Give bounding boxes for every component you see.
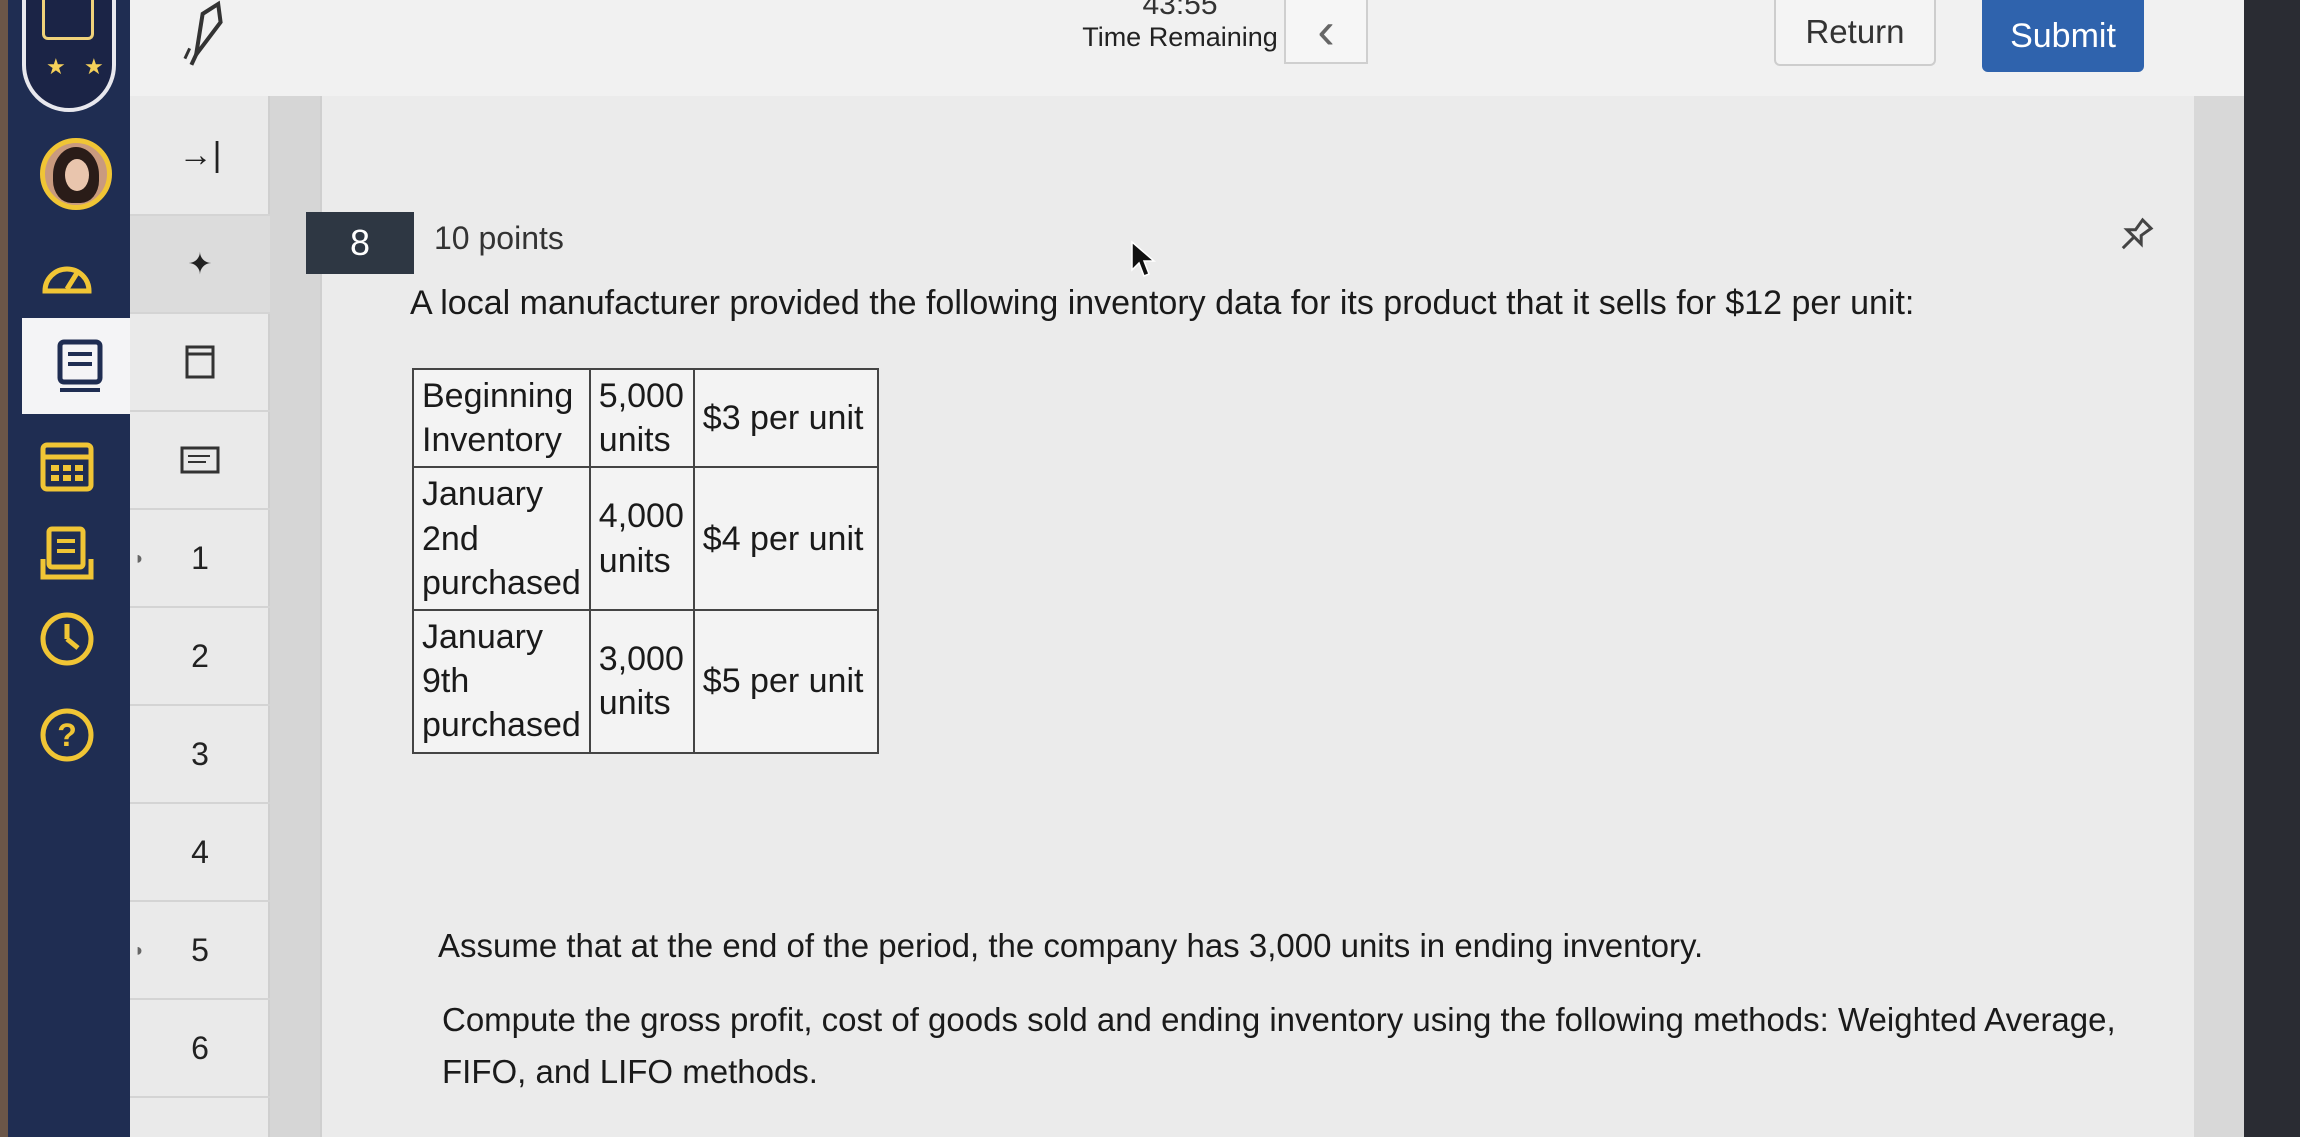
history-clock-icon[interactable]: [32, 604, 102, 674]
table-cell: 4,000 units: [588, 466, 695, 611]
question-instruction: Compute the gross profit, cost of goods …: [442, 1001, 2116, 1091]
bookmark-icon: [185, 345, 215, 379]
inventory-table: Beginning Inventory 5,000 units $3 per u…: [412, 367, 879, 754]
table-cell: January 2nd purchased: [412, 466, 591, 611]
timer-value: 43:55: [1142, 0, 1218, 21]
table-cell: Beginning Inventory: [412, 367, 591, 469]
dashboard-icon[interactable]: [32, 240, 102, 310]
question-nav-number: 1: [191, 539, 209, 576]
courses-icon[interactable]: [22, 318, 138, 414]
clock-svg: [40, 612, 94, 666]
help-svg: ?: [40, 708, 94, 762]
table-row: January 2nd purchased 4,000 units $4 per…: [412, 466, 879, 611]
question-number-badge: 8: [306, 212, 414, 274]
bookmark-filter-button[interactable]: [130, 314, 270, 412]
dashboard-gauge-svg: [42, 266, 92, 294]
school-logo: ★ ★: [16, 0, 116, 118]
content-gutter-right: [2194, 96, 2244, 1137]
flag-marker-icon: ◗: [134, 939, 145, 960]
screen: ★ ★ ? 43:55 Time Remaining ‹ Return Subm…: [0, 0, 2300, 1137]
submit-button[interactable]: Submit: [1982, 0, 2144, 72]
inbox-svg: [40, 526, 94, 580]
logo-star-icon: ★: [46, 54, 66, 79]
question-nav-number: 3: [191, 735, 209, 772]
question-nav-item-6[interactable]: 6: [130, 1000, 270, 1098]
timer-toggle-button[interactable]: ‹: [1284, 0, 1368, 64]
timer-label: Time Remaining: [1082, 22, 1278, 52]
pinned-filter-button[interactable]: ✦: [130, 216, 270, 314]
calendar-svg: [40, 442, 94, 492]
timer: 43:55 Time Remaining: [1080, 0, 1280, 53]
pin-icon: ✦: [187, 247, 213, 281]
question-nav-item-2[interactable]: 2: [130, 608, 270, 706]
app-sidebar: ★ ★ ?: [8, 0, 138, 1137]
table-cell: $5 per unit: [692, 608, 879, 754]
question-nav: →| ✦ ◗ 1 2 3 4 ◗ 5 6: [130, 96, 270, 1137]
return-button[interactable]: Return: [1774, 0, 1936, 66]
table-row: January 9th purchased 3,000 units $5 per…: [412, 608, 879, 754]
collapse-nav-button[interactable]: →|: [130, 96, 270, 216]
table-cell: 3,000 units: [588, 608, 695, 754]
user-avatar[interactable]: [40, 138, 112, 210]
logo-star-icon: ★: [84, 54, 104, 79]
collapse-arrow-icon: →|: [178, 135, 222, 174]
table-cell: January 9th purchased: [412, 608, 591, 754]
svg-text:?: ?: [57, 717, 77, 753]
help-icon[interactable]: ?: [32, 700, 102, 770]
question-points: 10 points: [434, 220, 564, 256]
question-nav-item-5[interactable]: ◗ 5: [130, 902, 270, 1000]
table-cell: $3 per unit: [692, 367, 879, 469]
question-nav-item-4[interactable]: 4: [130, 804, 270, 902]
question-nav-number: 4: [191, 833, 209, 870]
notes-icon: [180, 446, 220, 474]
mouse-cursor-icon: [1130, 240, 1157, 290]
question-assumption: Assume that at the end of the period, th…: [438, 927, 1704, 964]
table-row: Beginning Inventory 5,000 units $3 per u…: [412, 367, 879, 469]
question-nav-number: 2: [191, 637, 209, 674]
logo-book: [42, 0, 94, 40]
flag-marker-icon: ◗: [134, 547, 145, 568]
background-edge-right: [2244, 0, 2300, 1137]
table-cell: $4 per unit: [692, 466, 879, 611]
question-nav-item-1[interactable]: ◗ 1: [130, 510, 270, 608]
question-nav-number: 5: [191, 931, 209, 968]
chevron-left-icon: ‹: [1317, 2, 1335, 60]
inbox-icon[interactable]: [32, 518, 102, 588]
question-nav-number: 6: [191, 1029, 209, 1066]
calendar-icon[interactable]: [32, 430, 102, 500]
cursor-svg: [1131, 240, 1157, 277]
table-cell: 5,000 units: [588, 367, 695, 469]
question-nav-item-3[interactable]: 3: [130, 706, 270, 804]
courses-book-svg: [57, 339, 103, 392]
question-prompt: A local manufacturer provided the follow…: [410, 284, 1915, 322]
notes-filter-button[interactable]: [130, 412, 270, 510]
avatar-face: [65, 159, 89, 191]
